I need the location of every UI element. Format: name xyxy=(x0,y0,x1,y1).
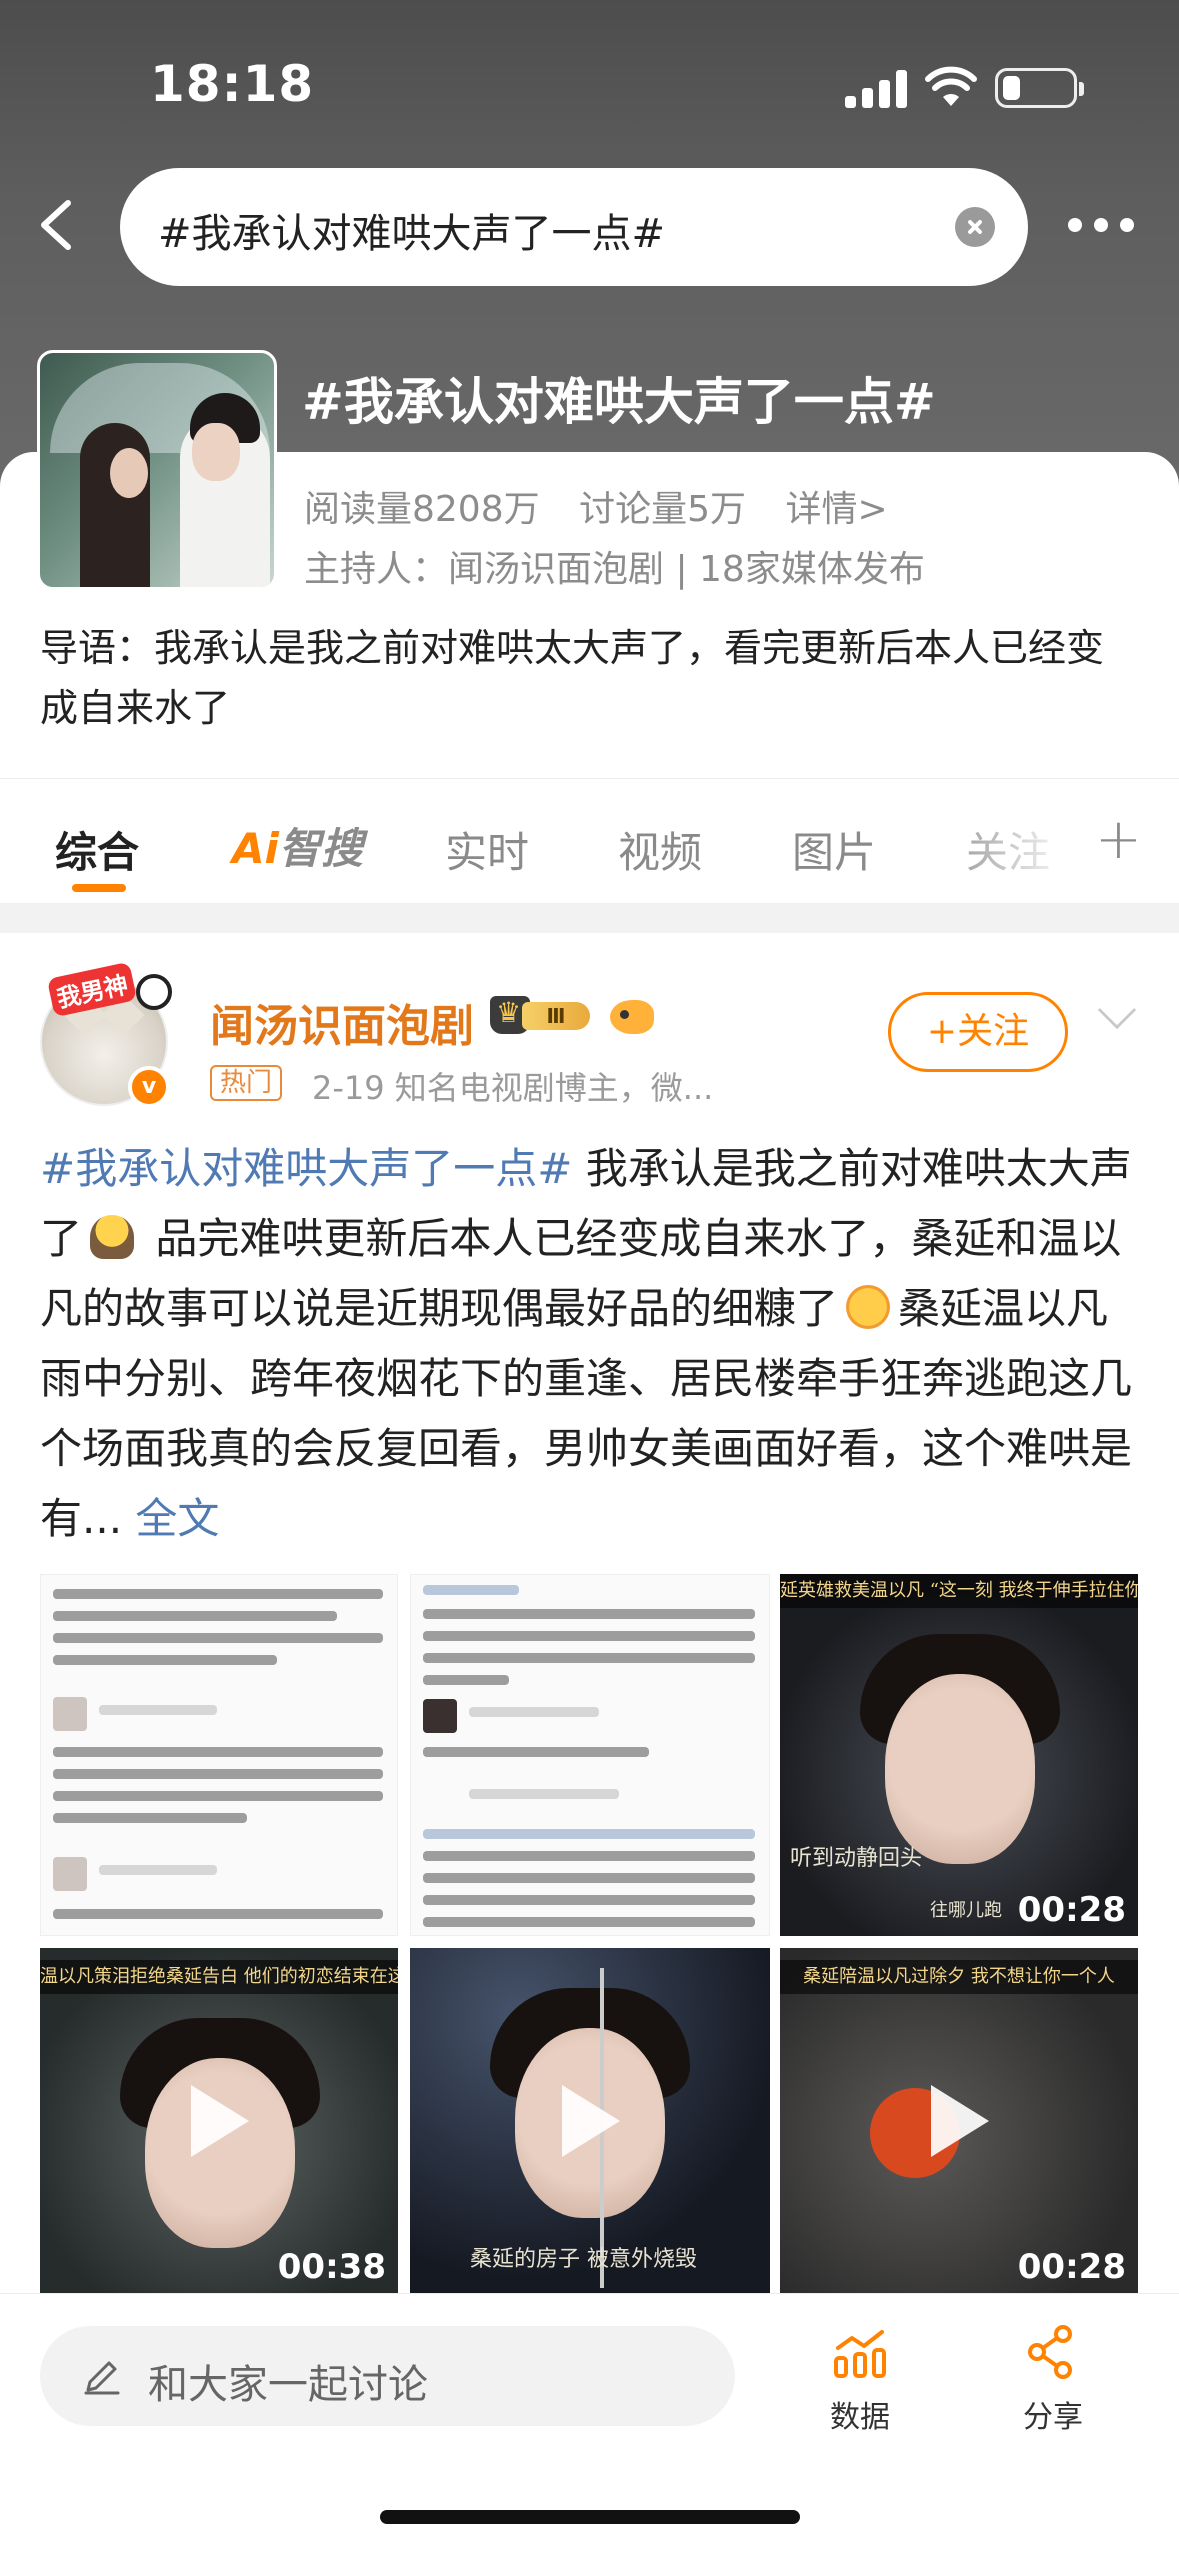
media-video-2[interactable]: 温以凡策泪拒绝桑延告白 他们的初恋结束在这场大雨 00:38 xyxy=(40,1948,398,2293)
follow-button[interactable]: +关注 xyxy=(888,992,1068,1072)
hot-badge: 热门 xyxy=(210,1065,283,1101)
tab-images[interactable]: 图片 xyxy=(792,819,876,880)
clear-search-icon[interactable] xyxy=(955,207,995,247)
details-link[interactable]: 详情> xyxy=(785,489,887,530)
video-subtitle: 桑延的房子 被意外烧毁 xyxy=(470,2247,697,2272)
member-level-number: Ⅲ xyxy=(522,1002,590,1030)
status-bar: 18:18 xyxy=(0,0,1179,170)
discuss-input[interactable]: 和大家一起讨论 xyxy=(40,2326,735,2426)
lightbulb-emoji-icon xyxy=(90,1215,135,1259)
post-topic-link[interactable]: #我承认对难哄大声了一点# xyxy=(40,1144,572,1193)
play-icon[interactable] xyxy=(191,2084,249,2157)
ai-logo: Ai xyxy=(232,824,279,873)
post-date-source: 2-19 知名电视剧博主，微... xyxy=(312,1069,714,1107)
active-tab-indicator xyxy=(72,884,126,892)
media-screenshot-1[interactable] xyxy=(40,1574,398,1936)
hearts-face-emoji-icon xyxy=(846,1285,891,1329)
section-divider xyxy=(0,903,1179,933)
more-options-icon[interactable] xyxy=(1068,218,1138,238)
share-button[interactable]: 分享 xyxy=(998,2324,1108,2436)
read-more-link[interactable]: 全文 xyxy=(122,1494,219,1543)
tab-overall[interactable]: 综合 xyxy=(55,819,139,880)
share-icon xyxy=(1028,2325,1072,2379)
fan-badge-icon[interactable] xyxy=(610,1000,654,1034)
topic-intro: 导语：我承认是我之前对难哄太大声了，看完更新后本人已经变成自来水了 xyxy=(40,626,1105,730)
author-name[interactable]: 闻汤识面泡剧 xyxy=(210,990,474,1054)
tab-realtime[interactable]: 实时 xyxy=(445,819,529,880)
tab-fade-overlay xyxy=(930,779,1090,899)
search-field[interactable]: #我承认对难哄大声了一点# xyxy=(120,168,1028,286)
media-video-3[interactable]: 桑延的房子 被意外烧毁 xyxy=(410,1948,770,2293)
data-chart-icon xyxy=(834,2330,886,2378)
topic-title: #我承认对难哄大声了一点# xyxy=(302,373,936,431)
pencil-icon xyxy=(84,2361,120,2395)
discussion-count: 讨论量5万 xyxy=(579,489,746,530)
back-icon[interactable] xyxy=(28,195,88,255)
tab-ai-search-label: 智搜 xyxy=(278,824,363,873)
data-button[interactable]: 数据 xyxy=(805,2324,915,2436)
play-icon[interactable] xyxy=(931,2084,989,2157)
play-icon[interactable] xyxy=(562,2084,620,2157)
tab-video[interactable]: 视频 xyxy=(618,819,702,880)
video-subtitle: 听到动静回头 xyxy=(790,1846,923,1871)
share-label: 分享 xyxy=(1023,2400,1083,2435)
read-count: 阅读量8208万 xyxy=(304,489,540,530)
topic-cover-image[interactable] xyxy=(37,350,277,590)
tab-bar: 综合 Ai智搜 实时 视频 图片 关注 + xyxy=(0,778,1179,903)
media-video-1[interactable]: 延英雄救美温以凡 “这一刻 我终于伸手拉住你 听到动静回头 往哪儿跑 00:28 xyxy=(780,1574,1138,1936)
media-video-4[interactable]: 桑延陪温以凡过除夕 我不想让你一个人 00:28 xyxy=(780,1948,1138,2293)
video-subtitle-secondary: 往哪儿跑 xyxy=(930,1900,1002,1921)
topic-host-line[interactable]: 主持人：闻汤识面泡剧 | 18家媒体发布 xyxy=(304,540,925,592)
post-text: #我承认对难哄大声了一点# 我承认是我之前对难哄太大声了 品完难哄更新后本人已经… xyxy=(40,1134,1140,1554)
discuss-placeholder: 和大家一起讨论 xyxy=(148,2362,428,2408)
topic-stats: 阅读量8208万 讨论量5万 详情> xyxy=(304,480,916,532)
verified-badge-icon: v xyxy=(128,1066,170,1108)
chevron-down-icon[interactable] xyxy=(1097,990,1137,1030)
search-query[interactable]: #我承认对难哄大声了一点# xyxy=(158,201,665,259)
video-duration: 00:28 xyxy=(1017,2247,1126,2287)
media-screenshot-2[interactable] xyxy=(410,1574,770,1936)
video-duration: 00:38 xyxy=(277,2247,386,2287)
video-caption: 温以凡策泪拒绝桑延告白 他们的初恋结束在这场大雨 xyxy=(40,1960,398,1994)
home-indicator[interactable] xyxy=(380,2510,800,2524)
wifi-icon xyxy=(925,66,977,106)
add-tab-icon[interactable]: + xyxy=(1095,807,1142,872)
video-caption: 桑延陪温以凡过除夕 我不想让你一个人 xyxy=(780,1960,1138,1994)
video-duration: 00:28 xyxy=(1017,1890,1126,1930)
member-level-icon[interactable]: Ⅲ xyxy=(490,994,602,1038)
battery-icon xyxy=(995,68,1084,108)
data-label: 数据 xyxy=(830,2400,890,2435)
tab-ai-search[interactable]: Ai智搜 xyxy=(232,815,363,876)
video-caption: 延英雄救美温以凡 “这一刻 我终于伸手拉住你 xyxy=(780,1574,1138,1608)
status-time: 18:18 xyxy=(150,55,315,113)
cellular-signal-icon xyxy=(845,70,907,108)
panda-sticker-icon xyxy=(136,974,172,1010)
